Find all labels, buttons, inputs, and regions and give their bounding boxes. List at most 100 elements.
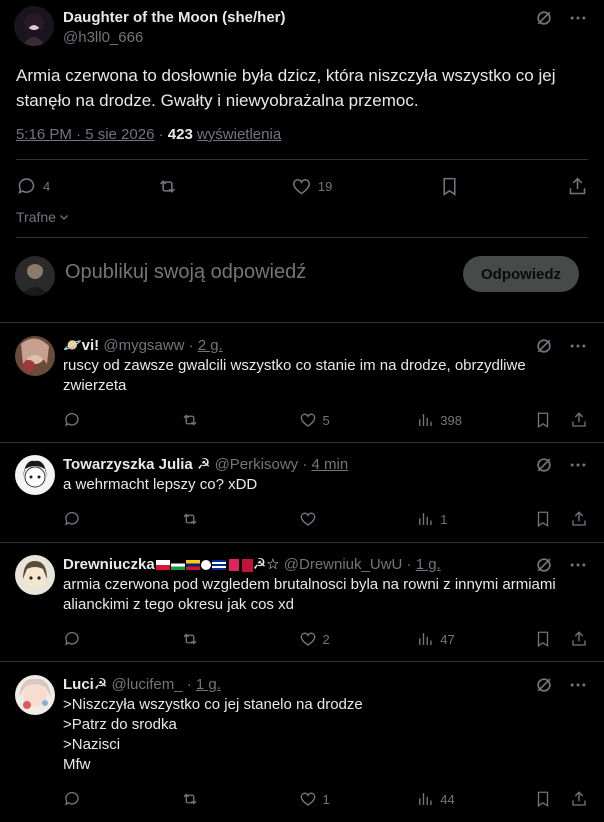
post-date[interactable]: 5:16 PM · 5 sie 2026 xyxy=(16,126,154,143)
share-icon xyxy=(572,791,586,806)
repost-icon xyxy=(183,414,197,426)
reply-time[interactable]: 1 g. xyxy=(416,556,441,573)
reply-action[interactable] xyxy=(63,411,181,429)
divider xyxy=(0,442,604,443)
flag-pl-icon xyxy=(155,560,170,571)
reply-avatar[interactable] xyxy=(15,555,55,595)
bookmark-action[interactable] xyxy=(534,411,552,429)
reply-author-name[interactable]: Towarzyszka Julia ☭ xyxy=(63,456,210,473)
like-count: 5 xyxy=(322,412,330,428)
bookmark-action[interactable] xyxy=(439,176,460,197)
reply-avatar[interactable] xyxy=(15,336,55,376)
reply-action[interactable] xyxy=(63,510,181,528)
heart-icon xyxy=(300,512,315,526)
heart-icon xyxy=(300,413,315,427)
reply-name-suffix: ☭☆ xyxy=(252,556,280,573)
share-action[interactable] xyxy=(570,411,588,429)
share-action[interactable] xyxy=(570,790,588,808)
like-action[interactable] xyxy=(299,510,417,528)
author-name[interactable]: Daughter of the Moon (she/her) xyxy=(63,9,286,27)
repost-action[interactable] xyxy=(181,630,299,648)
reply-author-name[interactable]: Drewniuczka xyxy=(63,556,155,573)
reply-top-icons xyxy=(534,455,588,475)
author-avatar[interactable] xyxy=(14,6,54,46)
reply-avatar[interactable] xyxy=(15,455,55,495)
reply-right-actions xyxy=(534,411,588,429)
my-avatar[interactable] xyxy=(15,256,55,296)
reply-actions: 1 xyxy=(63,509,588,529)
more-options-icon[interactable] xyxy=(568,675,588,695)
reply-author-name[interactable]: 🪐vi! xyxy=(63,337,99,354)
reply-item[interactable]: Luci☭ @lucifem_ · 1 g. >Niszczyła wszyst… xyxy=(0,675,604,822)
views-action[interactable]: 1 xyxy=(416,510,534,528)
meta-separator: · xyxy=(154,126,168,143)
views-count: 423 xyxy=(167,126,193,143)
bookmark-action[interactable] xyxy=(534,630,552,648)
like-count: 1 xyxy=(322,791,330,807)
views-action[interactable]: 44 xyxy=(416,790,534,808)
repost-action[interactable] xyxy=(181,510,299,528)
grok-icon[interactable] xyxy=(534,555,554,575)
more-options-icon[interactable] xyxy=(568,555,588,575)
more-options-icon[interactable] xyxy=(568,8,588,28)
views-count: 1 xyxy=(440,511,448,527)
grok-icon[interactable] xyxy=(534,8,554,28)
share-action[interactable] xyxy=(567,176,588,197)
grok-icon[interactable] xyxy=(534,455,554,475)
reply-text: >Niszczyła wszystko co jej stanelo na dr… xyxy=(63,695,583,775)
heart-icon xyxy=(300,792,315,806)
reply-composer: Opublikuj swoją odpowiedź Odpowiedz xyxy=(0,239,604,314)
reply-avatar[interactable] xyxy=(15,675,55,715)
reply-action[interactable] xyxy=(63,630,181,648)
like-action[interactable]: 1 xyxy=(299,790,417,808)
reply-item[interactable]: 🪐vi! @mygsaww · 2 g. ruscy od zawsze gwa… xyxy=(0,336,604,442)
reply-top-icons xyxy=(534,336,588,356)
share-action[interactable] xyxy=(570,630,588,648)
reply-item[interactable]: Towarzyszka Julia ☭ @Perkisowy · 4 min a… xyxy=(0,455,604,541)
reply-text-line: >Nazisci xyxy=(63,736,121,753)
bookmark-action[interactable] xyxy=(534,790,552,808)
views-label[interactable]: wyświetlenia xyxy=(197,126,281,143)
grok-icon[interactable] xyxy=(534,675,554,695)
reply-actions: 1 44 xyxy=(63,789,588,809)
reply-sep: · xyxy=(188,337,194,354)
views-action[interactable]: 47 xyxy=(416,630,534,648)
reply-sep: · xyxy=(406,556,412,573)
share-action[interactable] xyxy=(570,510,588,528)
reply-action[interactable] xyxy=(63,790,181,808)
reply-header: Towarzyszka Julia ☭ @Perkisowy · 4 min xyxy=(63,455,348,475)
reply-time[interactable]: 1 g. xyxy=(196,676,221,693)
like-action[interactable]: 2 xyxy=(299,630,417,648)
bookmark-action[interactable] xyxy=(534,510,552,528)
share-icon xyxy=(572,631,586,646)
chevron-down-icon xyxy=(60,215,68,220)
reply-input[interactable]: Opublikuj swoją odpowiedź xyxy=(65,261,306,284)
reply-handle[interactable]: @Drewniuk_UwU xyxy=(284,556,403,573)
reply-submit-button[interactable]: Odpowiedz xyxy=(463,256,579,292)
reply-action[interactable]: 4 xyxy=(16,176,50,197)
reply-item[interactable]: Drewniuczka ☭☆ @Drewniuk_UwU · 1 g. armia… xyxy=(0,555,604,661)
more-options-icon[interactable] xyxy=(568,455,588,475)
reply-text: ruscy od zawsze gwalcili wszystko co sta… xyxy=(63,357,526,394)
more-options-icon[interactable] xyxy=(568,336,588,356)
reply-handle[interactable]: @lucifem_ xyxy=(111,676,182,693)
grok-icon[interactable] xyxy=(534,336,554,356)
reply-handle[interactable]: @mygsaww xyxy=(103,337,184,354)
reply-icon xyxy=(64,791,79,806)
author-handle[interactable]: @h3ll0_666 xyxy=(63,28,286,48)
reply-top-icons xyxy=(534,675,588,695)
reply-time[interactable]: 4 min xyxy=(312,456,349,473)
reply-author-name[interactable]: Luci☭ xyxy=(63,676,107,693)
analytics-icon xyxy=(419,633,432,645)
like-action[interactable]: 5 xyxy=(299,411,417,429)
reply-handle[interactable]: @Perkisowy xyxy=(215,456,299,473)
views-action[interactable]: 398 xyxy=(416,411,534,429)
like-action[interactable]: 19 xyxy=(291,176,332,197)
sort-selector[interactable]: Trafne xyxy=(16,209,70,225)
reply-text-line: >Niszczyła wszystko co jej stanelo na dr… xyxy=(63,696,363,713)
flag-cu-icon xyxy=(211,560,226,571)
repost-action[interactable] xyxy=(181,790,299,808)
repost-action[interactable] xyxy=(157,176,184,197)
reply-time[interactable]: 2 g. xyxy=(198,337,223,354)
repost-action[interactable] xyxy=(181,411,299,429)
